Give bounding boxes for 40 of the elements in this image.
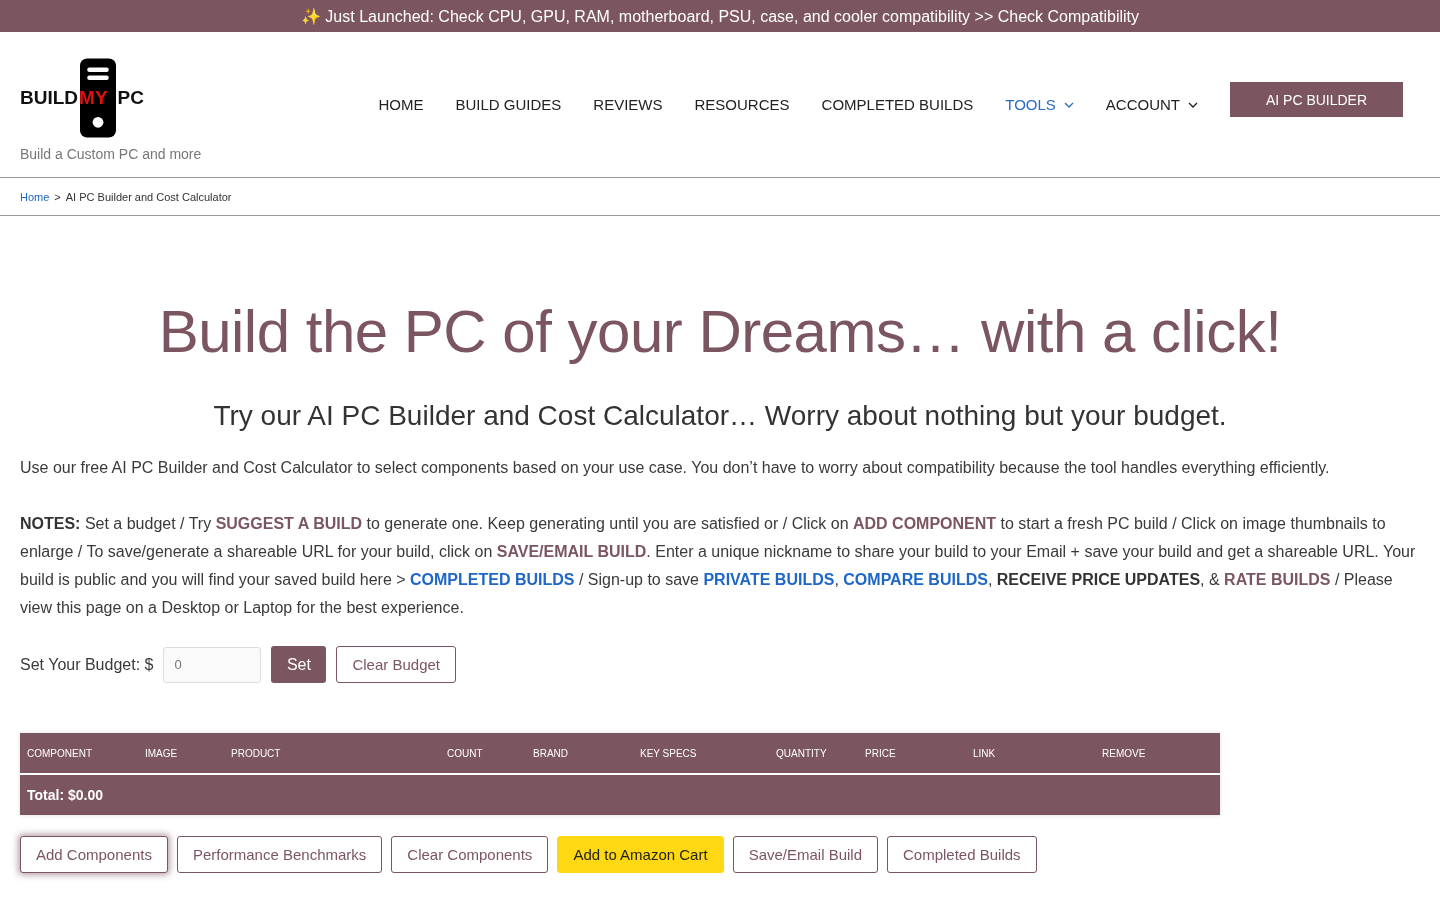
budget-field[interactable]: 0 — [163, 646, 262, 683]
nav-link[interactable]: REVIEWS — [593, 96, 663, 113]
column-header: IMAGE — [144, 747, 179, 759]
intro-paragraph: Use our free AI PC Builder and Cost Calculator to select components based on your use case. You don’t have to worry about compatibility because the tool handles everything efficiently. — [20, 458, 1331, 478]
action-button[interactable]: Performance Benchmarks — [176, 836, 383, 873]
tagline: Build a Custom PC and more — [20, 145, 202, 162]
column-header: PRICE — [864, 747, 897, 759]
page-subheading: Try our AI PC Builder and Cost Calculator… Worry about nothing but your budget. — [212, 400, 1228, 432]
ai-pc-builder-button[interactable]: AI PC BUILDER — [1230, 82, 1403, 117]
breadcrumb-separator: > — [54, 190, 61, 203]
nav-link[interactable]: COMPLETED BUILDS — [821, 96, 974, 113]
budget-label: Set Your Budget: $ — [20, 655, 154, 674]
nav-link[interactable]: RESOURCES — [694, 96, 790, 113]
column-header: REMOVE — [1101, 747, 1147, 759]
action-button[interactable]: Add to Amazon Cart — [557, 836, 724, 873]
action-button[interactable]: Completed Builds — [887, 836, 1037, 873]
column-header: COMPONENT — [26, 747, 93, 759]
set-button[interactable]: Set — [271, 646, 327, 683]
total-price: Total: $0.00 — [27, 787, 103, 803]
nav-link[interactable]: HOME — [378, 96, 424, 113]
column-header: QUANTITY — [775, 747, 828, 759]
inline-link[interactable]: COMPLETED BUILDS — [410, 571, 575, 588]
column-header: LINK — [972, 747, 997, 759]
column-header: KEY SPECS — [639, 747, 698, 759]
page-heading: Build the PC of your Dreams… with a click! — [157, 297, 1283, 367]
action-button[interactable]: Clear Components — [391, 836, 549, 873]
nav-link[interactable]: ACCOUNT — [1105, 96, 1198, 113]
column-header: COUNT — [446, 747, 484, 759]
nav-link[interactable]: TOOLS — [1005, 96, 1074, 113]
column-header: PRODUCT — [230, 747, 282, 759]
inline-link[interactable]: COMPARE BUILDS — [843, 571, 988, 588]
nav-link[interactable]: BUILD GUIDES — [455, 96, 562, 113]
column-header: BRAND — [532, 747, 569, 759]
action-button[interactable]: Add Components — [20, 836, 168, 873]
notes-paragraph: NOTES: Set a budget / Try SUGGEST A BUILD to generate one. Keep generating until you are satisfied or / Click on ADD COMPONENT to start a fresh PC build / Click on image thumbnails to enlarge / To save/generate a shareable URL for your build, click on SAVE/EMAIL BUILD. Enter a unique nickname to share your build to your Email + save your build and get a shareable URL. Your build is public and you will find your saved build here > COMPLETED BUILDS / Sign-up to save PRIVATE BUILDS, COMPARE BUILDS, RECEIVE PRICE UPDATES, & RATE BUILDS / Please view this page on a Desktop or Laptop for the best experience. — [20, 514, 1417, 618]
action-button[interactable]: Save/Email Build — [732, 836, 878, 873]
inline-link[interactable]: PRIVATE BUILDS — [703, 571, 835, 588]
clear-budget-button[interactable]: Clear Budget — [336, 646, 456, 683]
breadcrumb-current: AI PC Builder and Cost Calculator — [65, 190, 232, 203]
breadcrumb-link[interactable]: Home — [20, 190, 50, 203]
